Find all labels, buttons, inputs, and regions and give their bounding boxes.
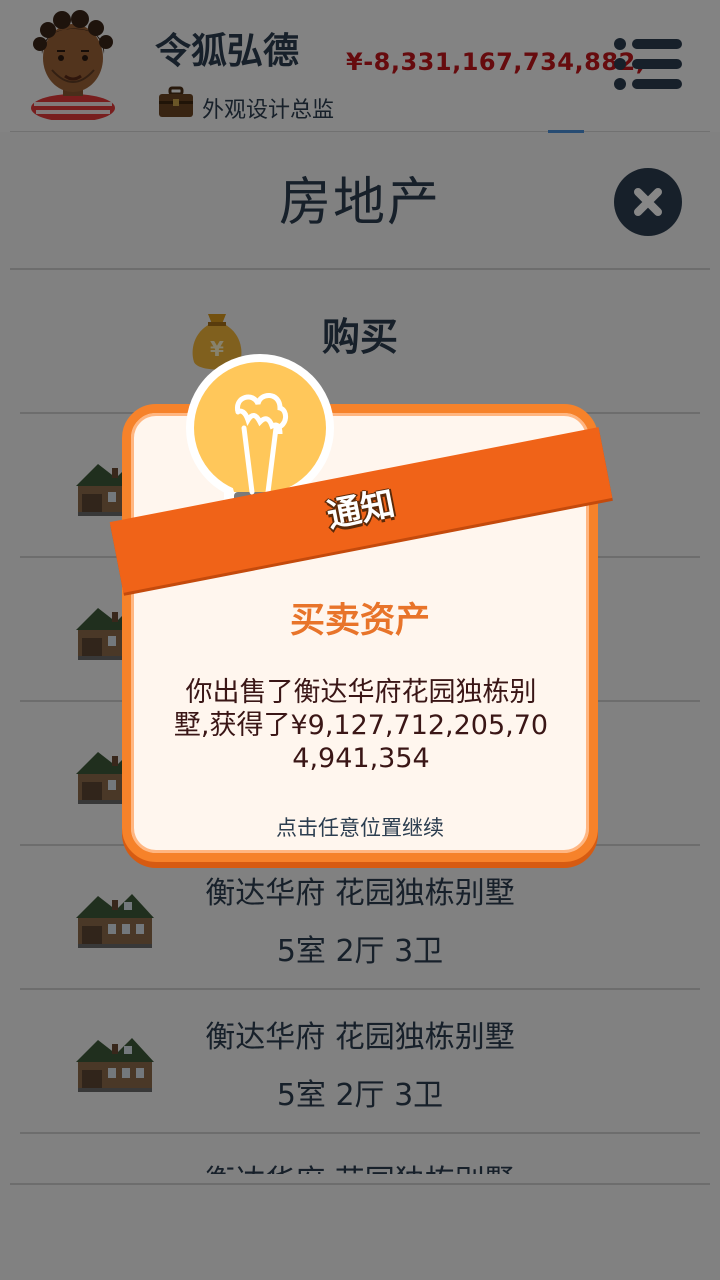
dialog-message: 你出售了衡达华府花园独栋别墅,获得了¥9,127,712,205,704,941… bbox=[173, 677, 549, 774]
dialog-heading: 买卖资产 bbox=[289, 601, 430, 641]
continue-hint[interactable]: 点击任意位置继续 bbox=[122, 812, 598, 842]
